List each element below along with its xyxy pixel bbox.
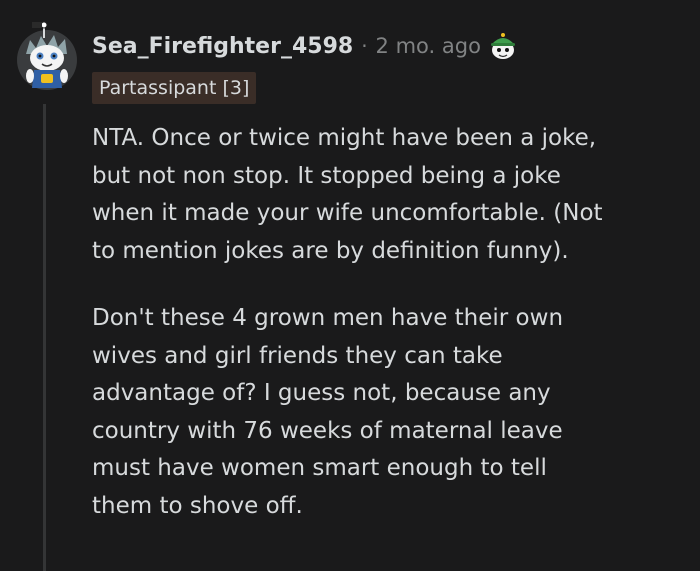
comment-body: NTA. Once or twice might have been a jok… [92,120,688,525]
comment-header: Sea_Firefighter_4598 · 2 mo. ago [92,30,519,62]
snoo-avatar-icon[interactable] [14,20,80,92]
meta-separator: · [361,34,368,58]
username-link[interactable]: Sea_Firefighter_4598 [92,34,353,59]
timestamp-link[interactable]: 2 mo. ago [376,34,481,58]
thread-collapse-line[interactable] [43,104,46,571]
comment: Sea_Firefighter_4598 · 2 mo. ago Partass… [0,0,700,571]
comment-paragraph: Don't these 4 grown men have their own w… [92,305,564,519]
snoo-award-icon[interactable] [487,30,519,62]
user-flair-badge: Partassipant [3] [92,72,257,104]
comment-paragraph: NTA. Once or twice might have been a jok… [92,125,603,264]
